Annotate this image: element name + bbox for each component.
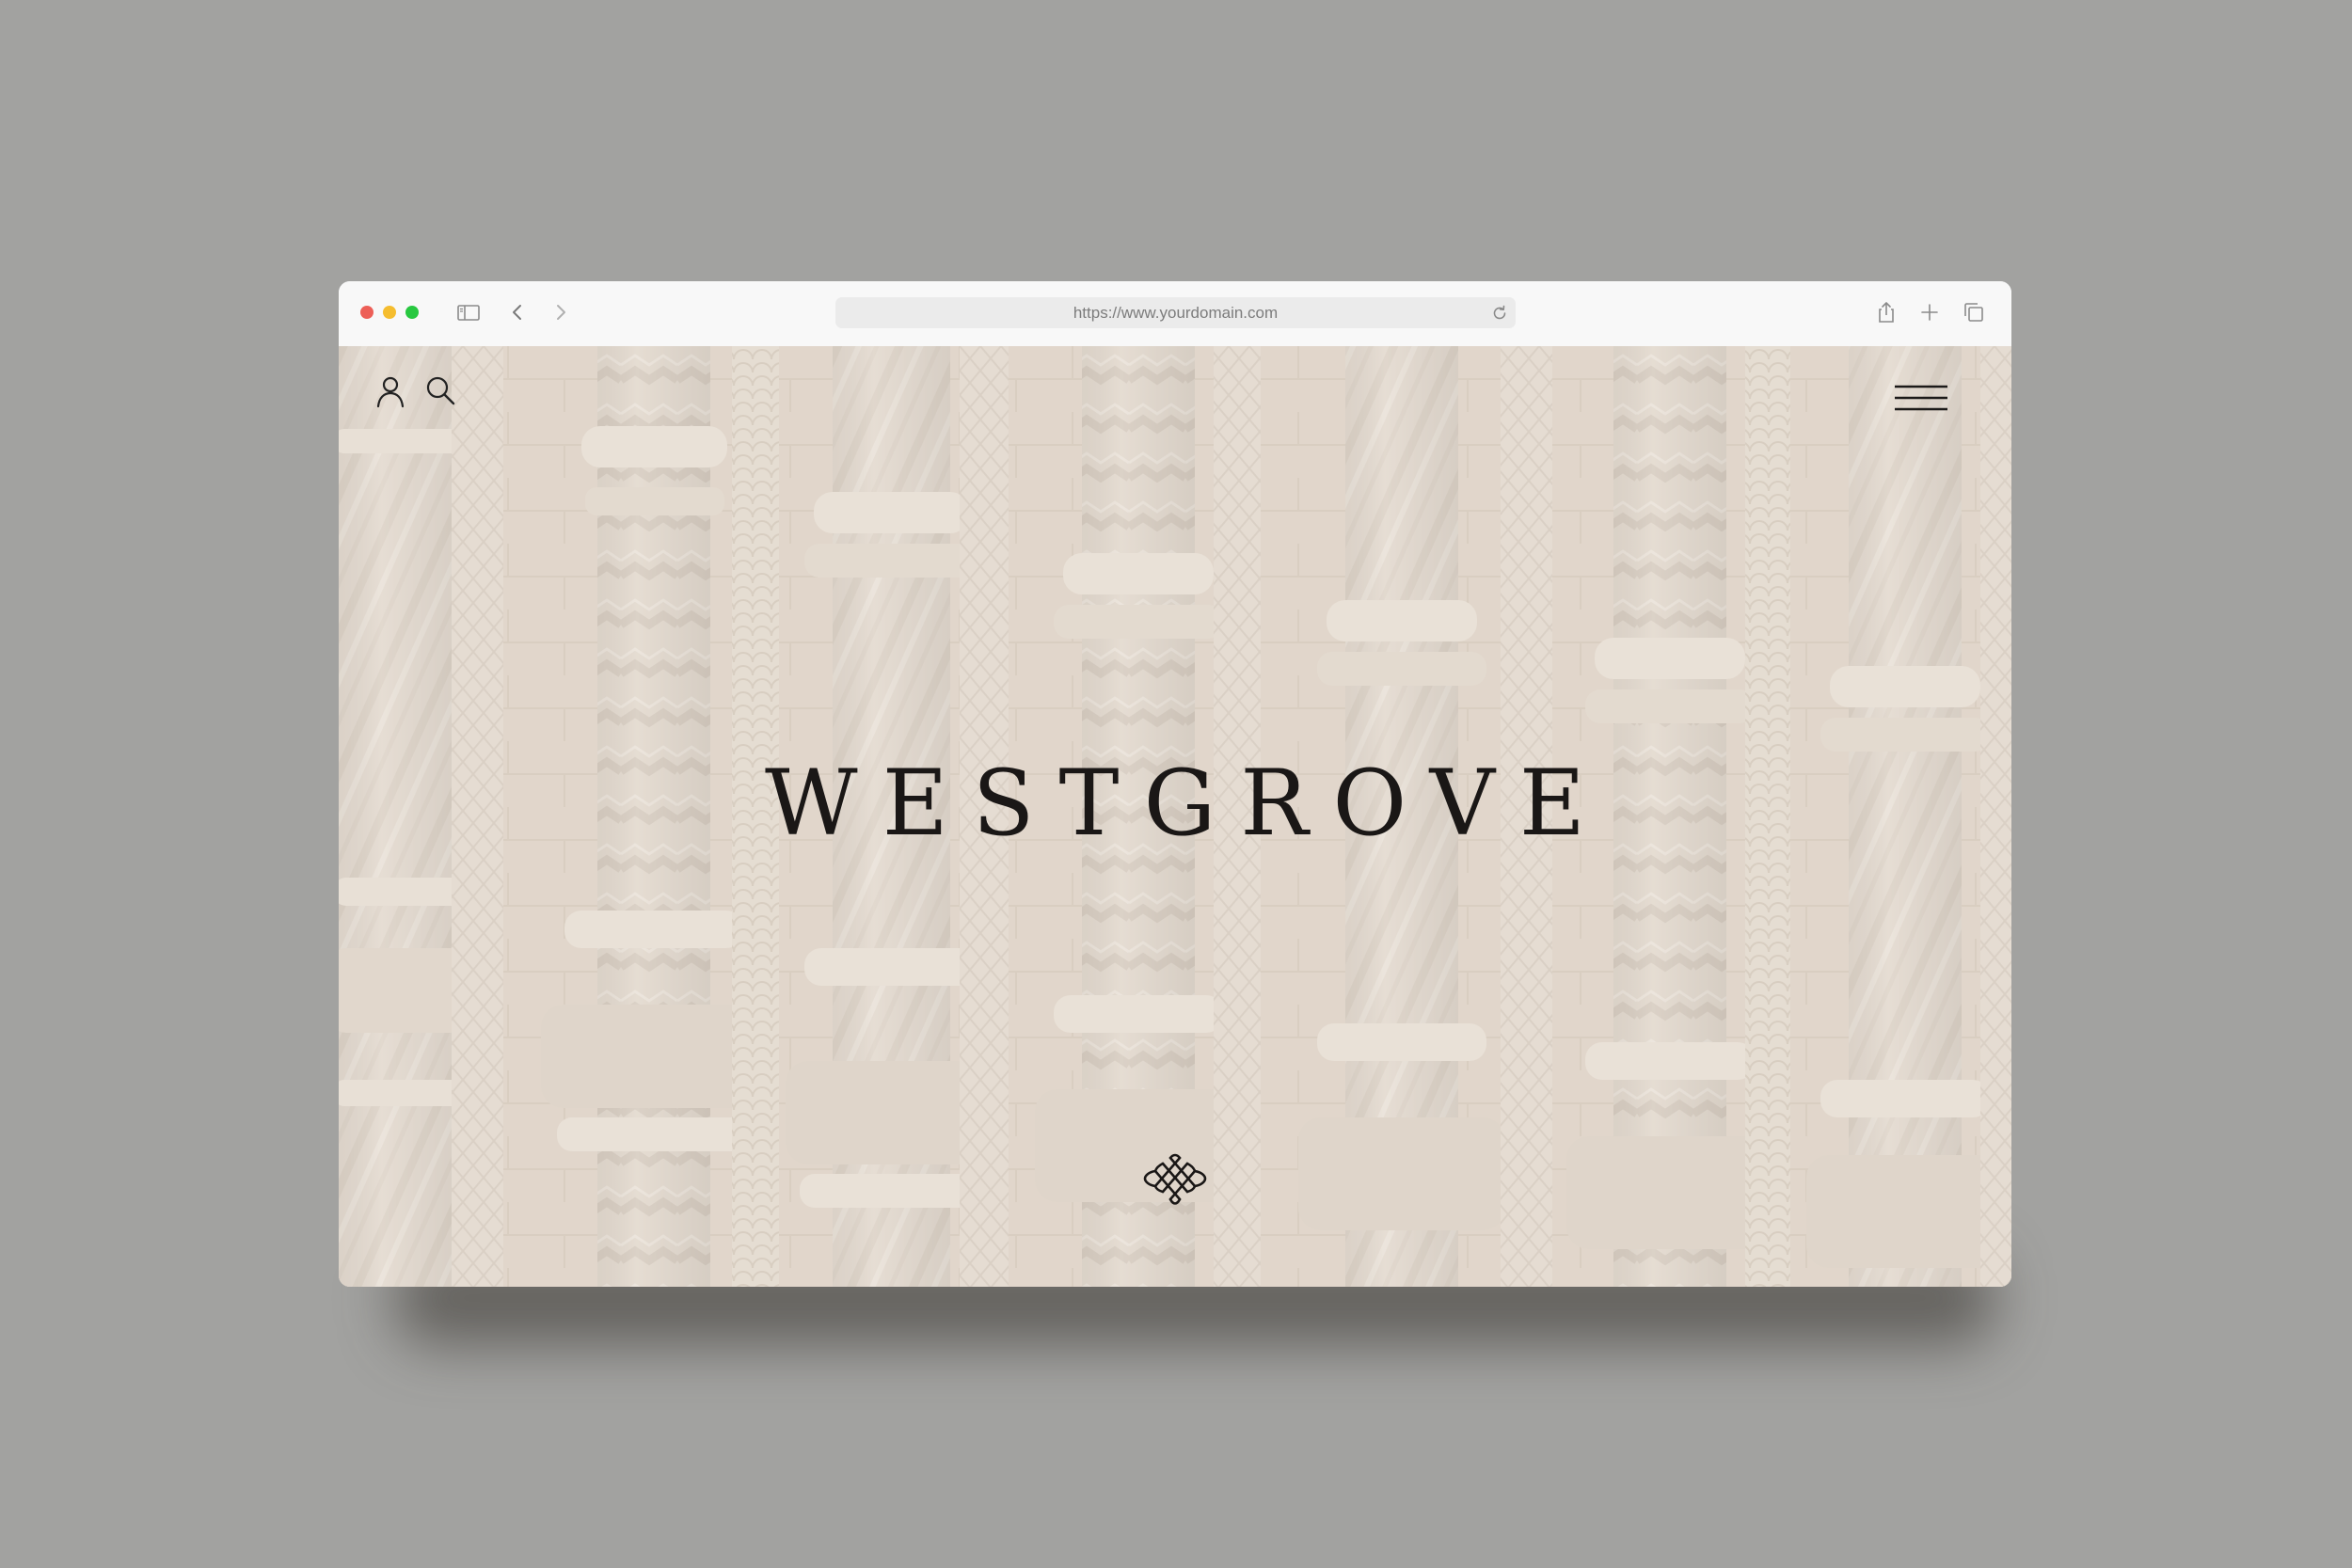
brand-logotype: WESTGROVE (765, 751, 1610, 856)
user-icon[interactable] (370, 371, 411, 412)
url-text[interactable]: https://www.yourdomain.com (835, 297, 1516, 328)
knot-emblem-icon (1143, 1153, 1207, 1205)
new-tab-icon[interactable] (1916, 299, 1943, 325)
forward-icon[interactable] (548, 299, 574, 325)
reload-icon[interactable] (1489, 303, 1510, 324)
maximize-window-button[interactable] (405, 306, 419, 319)
address-bar[interactable]: https://www.yourdomain.com (835, 297, 1516, 328)
browser-toolbar: https://www.yourdomain.com (339, 281, 2011, 347)
sidebar-icon[interactable] (455, 299, 482, 325)
close-window-button[interactable] (360, 306, 373, 319)
search-icon[interactable] (420, 371, 461, 412)
mockup-scene: https://www.yourdomain.com WESTGROVE (0, 0, 2352, 1568)
browser-window: https://www.yourdomain.com WESTGROVE (339, 281, 2011, 1287)
hamburger-menu-icon[interactable] (1893, 382, 1949, 420)
tabs-overview-icon[interactable] (1961, 299, 1987, 325)
share-icon[interactable] (1873, 299, 1899, 325)
hero-section: WESTGROVE (339, 346, 2011, 1287)
back-icon[interactable] (504, 299, 531, 325)
minimize-window-button[interactable] (383, 306, 396, 319)
